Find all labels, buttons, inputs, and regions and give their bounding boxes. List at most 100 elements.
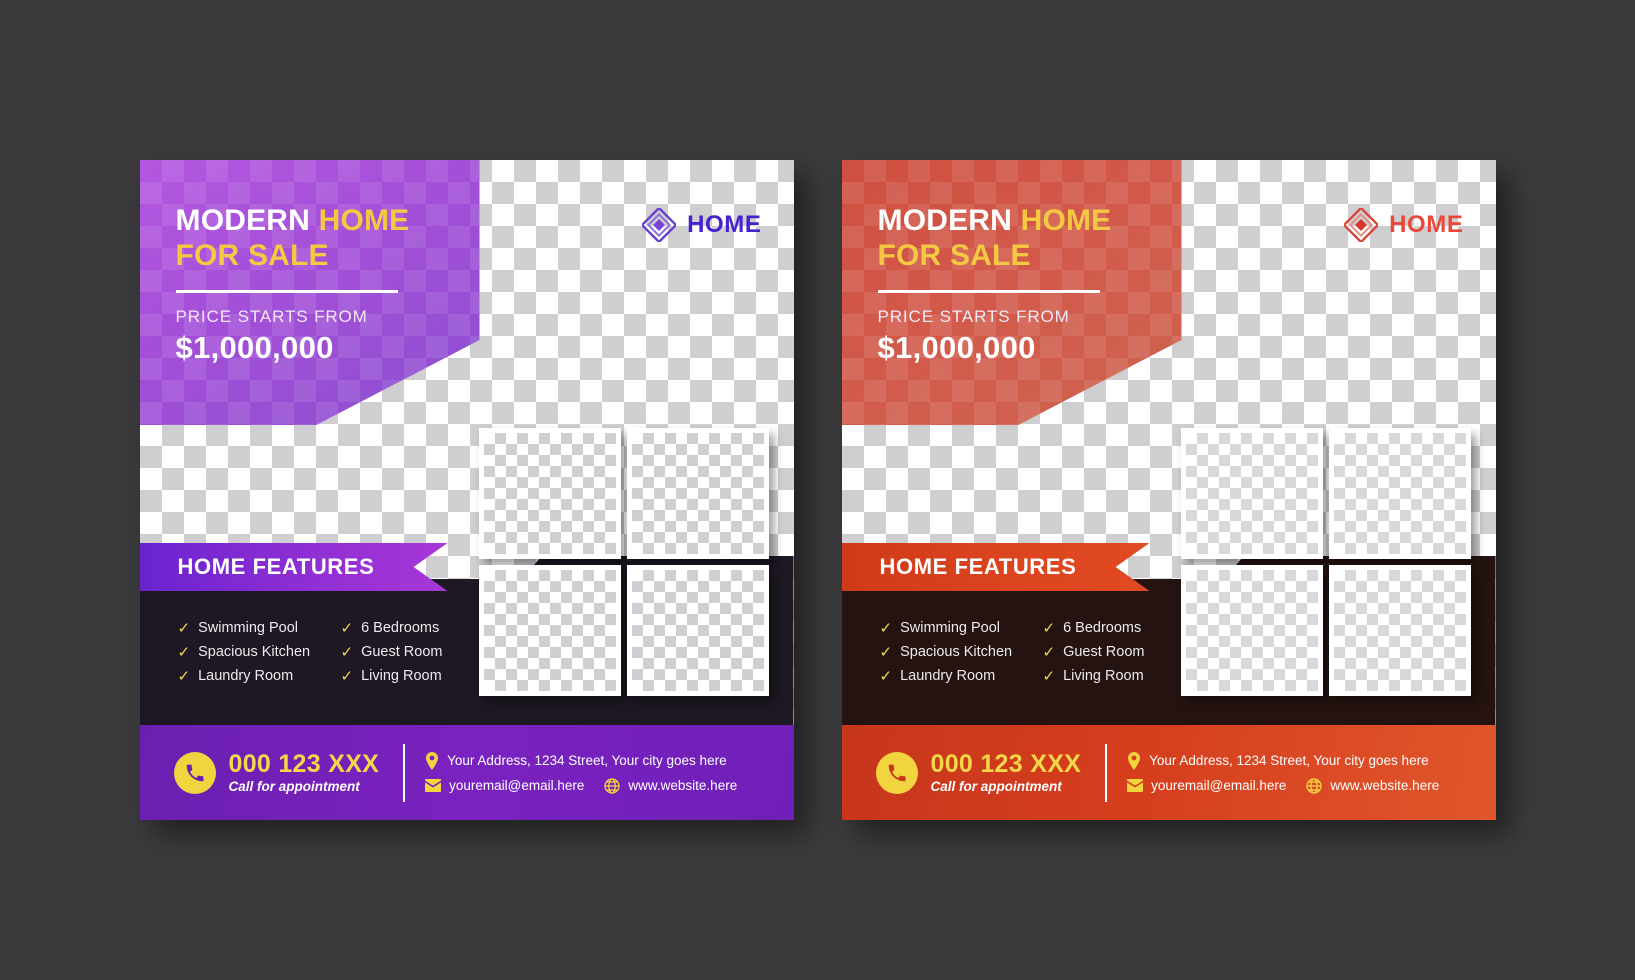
- price-label: PRICE STARTS FROM: [175, 307, 368, 326]
- home-features-label: HOME FEATURES: [879, 554, 1077, 579]
- headline-line1-accent: HOME: [1020, 204, 1112, 237]
- address-item: Your Address, 1234 Street, Your city goe…: [425, 751, 727, 770]
- phone-subtitle: Call for appointment: [228, 778, 360, 794]
- photo-image-placeholder: [1185, 570, 1318, 691]
- location-pin-icon: [425, 751, 439, 770]
- brand-logo[interactable]: HOME: [1344, 208, 1463, 242]
- globe-icon: [604, 777, 621, 794]
- headline-line2-accent: FOR SALE: [877, 238, 1031, 272]
- globe-icon: [1306, 777, 1323, 794]
- feature-label: Swimming Pool: [900, 620, 1000, 636]
- headline: MODERN HOME FOR SALE: [176, 204, 480, 273]
- photo-image-placeholder: [631, 570, 764, 691]
- phone-number: 000 123 XXX: [930, 750, 1082, 779]
- contact-footer: 000 123 XXX Call for appointment Your Ad…: [841, 725, 1496, 820]
- feature-label: 6 Bedrooms: [361, 620, 440, 636]
- email-item[interactable]: youremail@email.here: [1127, 778, 1286, 793]
- feature-item: ✓ Spacious Kitchen: [178, 644, 326, 660]
- headline-divider: [175, 290, 398, 293]
- website-item[interactable]: www.website.here: [1306, 777, 1439, 794]
- photo-placeholder[interactable]: [1328, 428, 1471, 559]
- location-pin-icon: [1127, 751, 1141, 770]
- headline-divider: [877, 290, 1100, 293]
- poster-stage: MODERN HOME FOR SALE PRICE STARTS FROM $…: [0, 0, 1635, 980]
- brand-logo[interactable]: HOME: [642, 208, 761, 242]
- diamond-logo-icon: [642, 208, 677, 242]
- address-text: Your Address, 1234 Street, Your city goe…: [447, 753, 727, 768]
- check-icon: ✓: [177, 667, 191, 685]
- email-text: youremail@email.here: [449, 778, 585, 793]
- feature-item: ✓ Swimming Pool: [178, 620, 326, 636]
- feature-label: Swimming Pool: [198, 620, 298, 636]
- website-text: www.website.here: [628, 778, 738, 793]
- check-icon: ✓: [177, 643, 191, 661]
- check-icon: ✓: [340, 619, 354, 637]
- check-icon: ✓: [879, 643, 893, 661]
- photo-placeholder[interactable]: [478, 428, 621, 559]
- check-icon: ✓: [1042, 619, 1056, 637]
- contact-row: Your Address, 1234 Street, Your city goe…: [1127, 751, 1439, 770]
- contact-details: Your Address, 1234 Street, Your city goe…: [1127, 751, 1439, 794]
- photo-placeholder[interactable]: [626, 428, 769, 559]
- feature-label: Guest Room: [361, 644, 443, 660]
- photo-image-placeholder: [483, 433, 616, 554]
- photo-image-placeholder: [1185, 433, 1318, 554]
- website-item[interactable]: www.website.here: [604, 777, 738, 794]
- headline-line2-accent: FOR SALE: [175, 238, 329, 272]
- feature-item: ✓ Swimming Pool: [880, 620, 1028, 636]
- price-label: PRICE STARTS FROM: [877, 307, 1070, 326]
- feature-label: Spacious Kitchen: [900, 644, 1013, 660]
- feature-item: ✓ 6 Bedrooms: [341, 620, 443, 636]
- email-text: youremail@email.here: [1151, 778, 1287, 793]
- home-features-label: HOME FEATURES: [177, 554, 375, 579]
- contact-row: youremail@email.here www.website.here: [1127, 777, 1439, 794]
- footer-divider: [1105, 743, 1108, 802]
- photo-grid: [1180, 428, 1471, 696]
- check-icon: ✓: [879, 667, 893, 685]
- photo-image-placeholder: [483, 570, 616, 691]
- headline-line1-white: MODERN: [175, 204, 319, 237]
- envelope-icon: [425, 779, 442, 792]
- contact-row: youremail@email.here www.website.here: [425, 777, 738, 794]
- email-item[interactable]: youremail@email.here: [425, 778, 584, 793]
- feature-item: ✓ 6 Bedrooms: [1043, 620, 1145, 636]
- feature-item: ✓ Guest Room: [341, 644, 443, 660]
- phone-icon: [173, 751, 216, 794]
- diamond-logo-icon: [1344, 208, 1379, 242]
- photo-placeholder[interactable]: [1328, 565, 1471, 696]
- envelope-icon: [1127, 779, 1144, 792]
- photo-placeholder[interactable]: [1180, 428, 1323, 559]
- features-list: ✓ Swimming Pool ✓ 6 Bedrooms ✓ Spacious Kit…: [880, 620, 1145, 684]
- phone-block[interactable]: 000 123 XXX Call for appointment: [173, 750, 380, 794]
- phone-number: 000 123 XXX: [228, 750, 380, 779]
- feature-label: Living Room: [361, 668, 442, 684]
- feature-label: 6 Bedrooms: [1063, 620, 1142, 636]
- poster-card-red[interactable]: MODERN HOME FOR SALE PRICE STARTS FROM $…: [841, 160, 1496, 820]
- contact-details: Your Address, 1234 Street, Your city goe…: [425, 751, 738, 794]
- headline-line1-accent: HOME: [318, 204, 410, 237]
- feature-label: Laundry Room: [900, 668, 996, 684]
- home-features-ribbon: HOME FEATURES: [139, 543, 448, 591]
- headline-line1-white: MODERN: [877, 204, 1021, 237]
- phone-subtitle: Call for appointment: [930, 778, 1062, 794]
- feature-label: Spacious Kitchen: [198, 644, 311, 660]
- poster-card-purple[interactable]: MODERN HOME FOR SALE PRICE STARTS FROM $…: [139, 160, 794, 820]
- photo-placeholder[interactable]: [1180, 565, 1323, 696]
- check-icon: ✓: [1042, 643, 1056, 661]
- photo-placeholder[interactable]: [626, 565, 769, 696]
- phone-block[interactable]: 000 123 XXX Call for appointment: [875, 750, 1082, 794]
- feature-label: Guest Room: [1063, 644, 1145, 660]
- contact-footer: 000 123 XXX Call for appointment Your Ad…: [139, 725, 794, 820]
- photo-image-placeholder: [631, 433, 764, 554]
- home-features-ribbon: HOME FEATURES: [841, 543, 1150, 591]
- contact-row: Your Address, 1234 Street, Your city goe…: [425, 751, 737, 770]
- feature-item: ✓ Laundry Room: [178, 668, 326, 684]
- logo-text: HOME: [687, 211, 762, 238]
- headline: MODERN HOME FOR SALE: [878, 204, 1182, 273]
- address-text: Your Address, 1234 Street, Your city goe…: [1149, 753, 1429, 768]
- photo-image-placeholder: [1333, 433, 1466, 554]
- photo-image-placeholder: [1333, 570, 1466, 691]
- feature-label: Living Room: [1063, 668, 1144, 684]
- phone-icon: [875, 751, 918, 794]
- photo-placeholder[interactable]: [478, 565, 621, 696]
